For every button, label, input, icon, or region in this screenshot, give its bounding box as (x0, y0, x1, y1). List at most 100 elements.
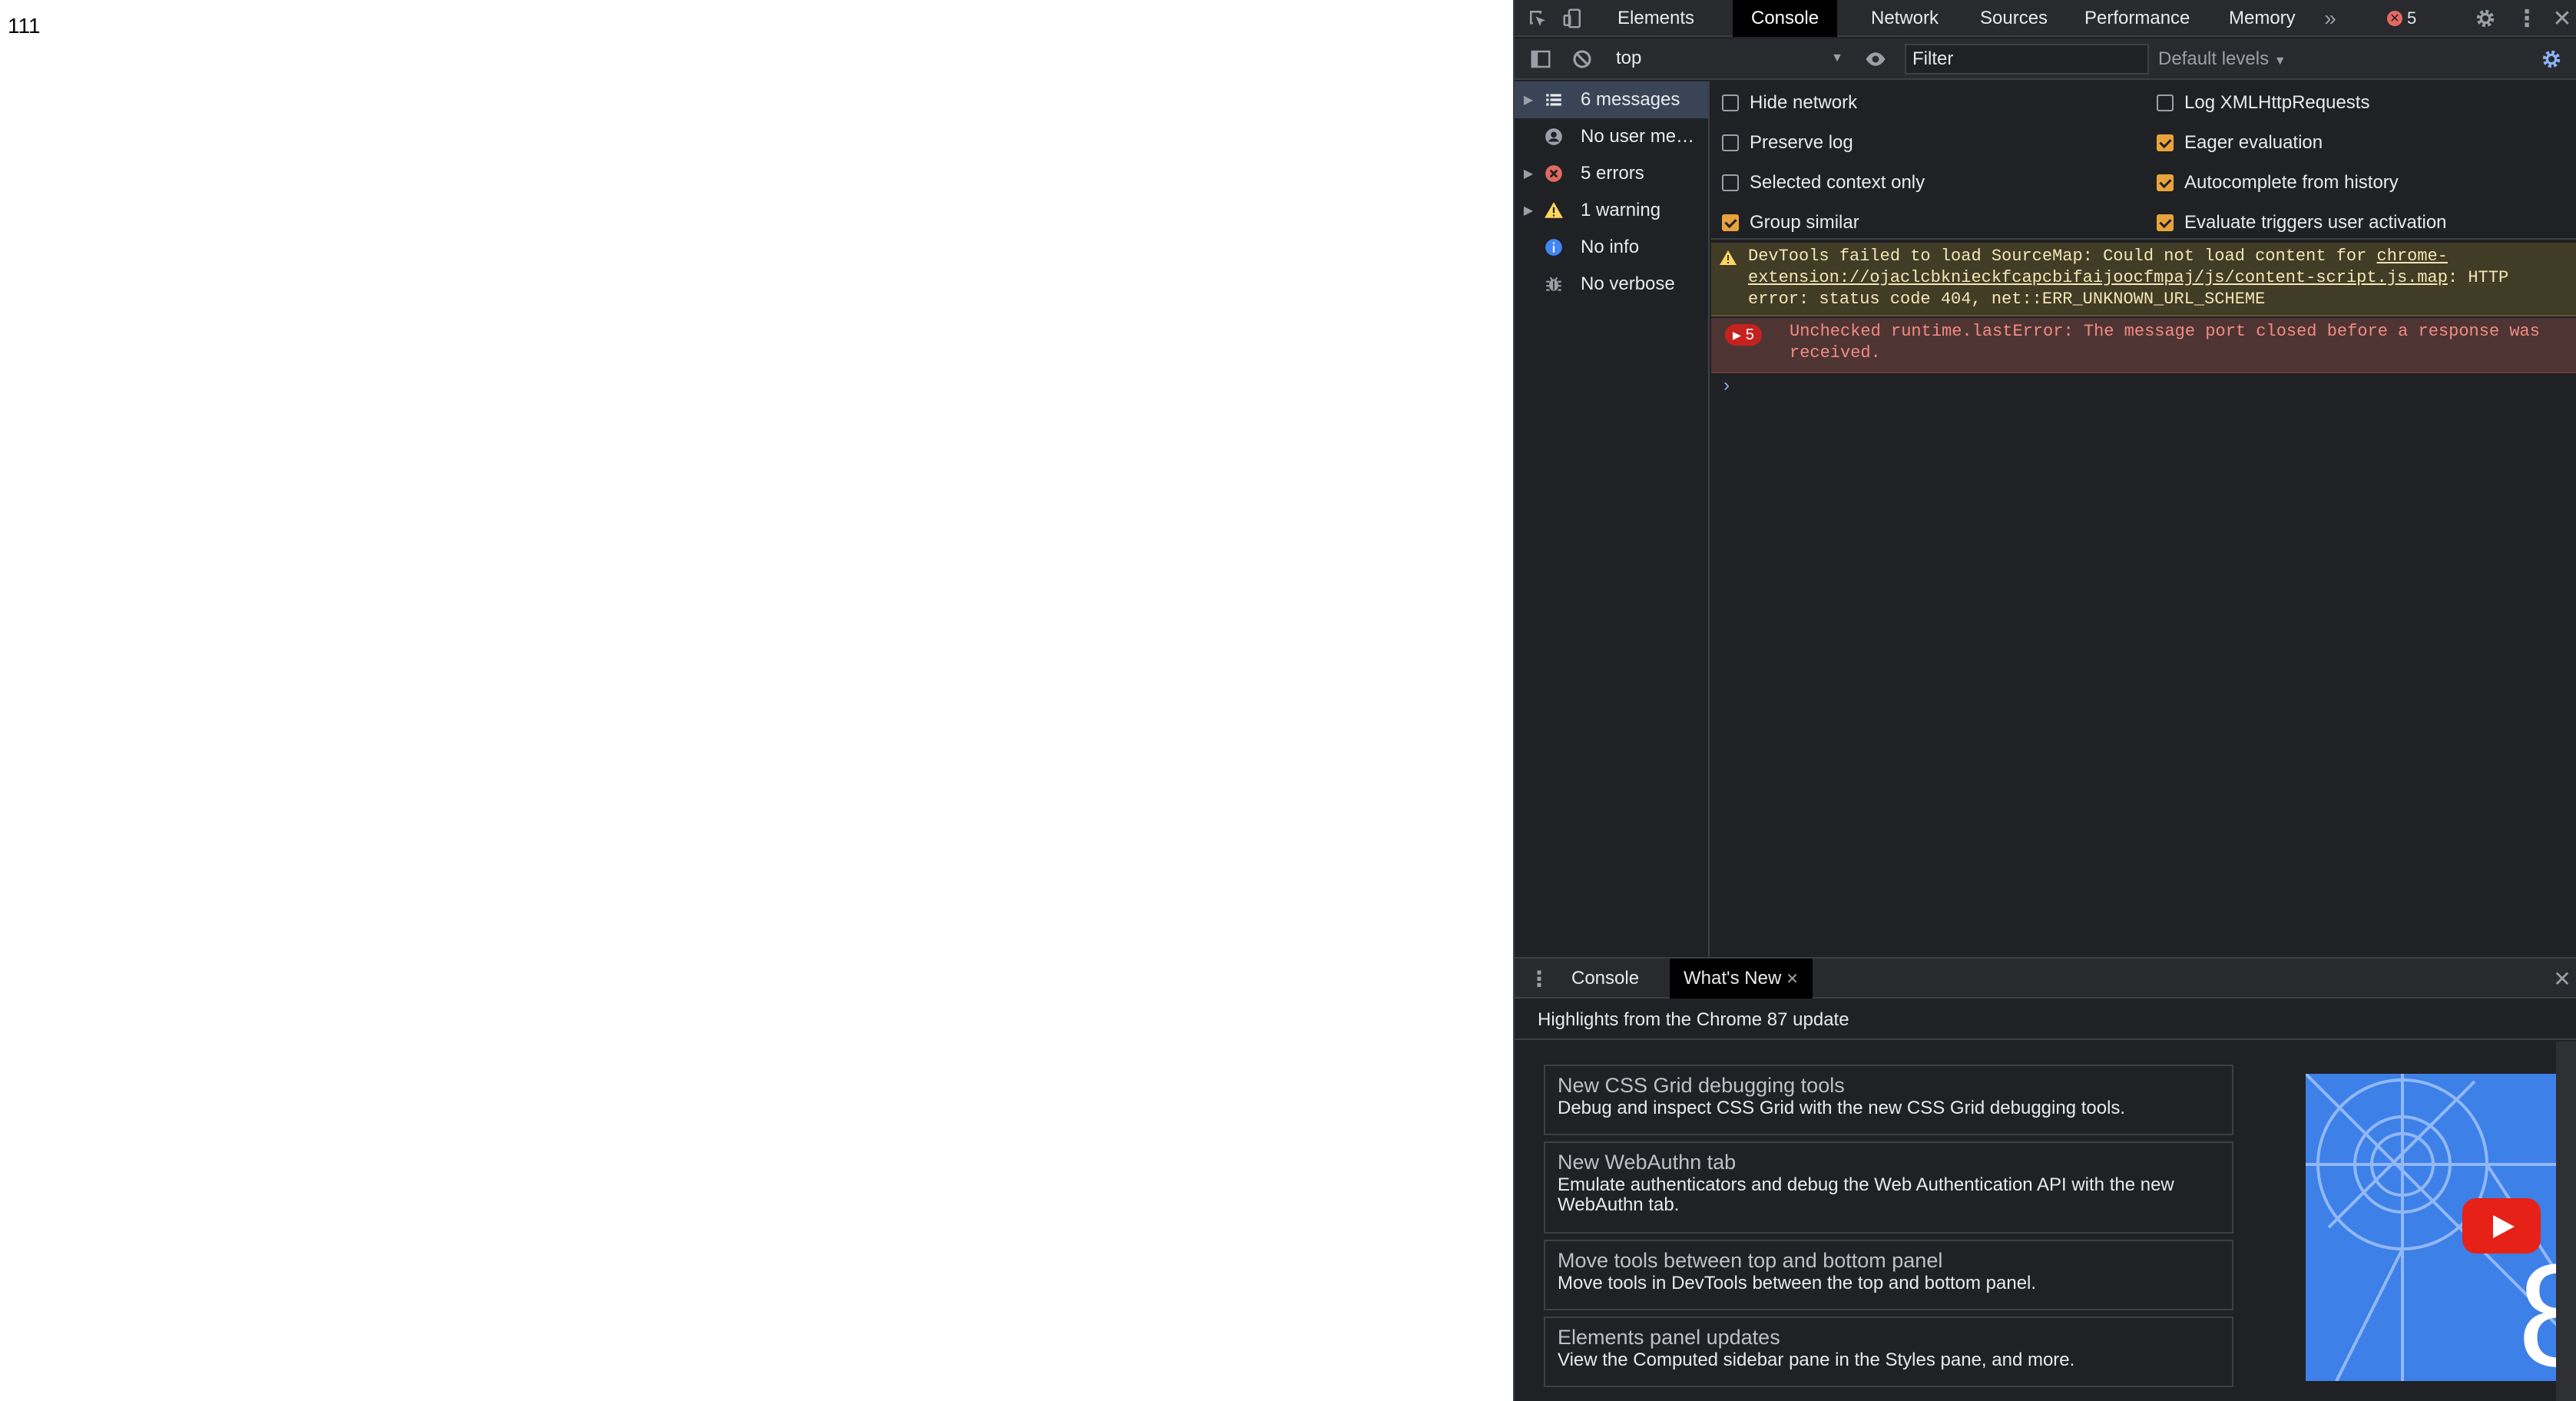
selected-context-setting[interactable]: Selected context only (1722, 163, 1925, 203)
sidebar-item-verbose[interactable]: No verbose (1515, 266, 1708, 303)
page-text: 111 (8, 14, 41, 38)
close-drawer-icon[interactable]: ✕ (2544, 960, 2576, 997)
group-similar-checkbox[interactable] (1722, 214, 1739, 231)
expand-triangle-icon[interactable]: ▶ (1515, 203, 1542, 218)
close-tab-icon[interactable]: ✕ (1786, 971, 1799, 988)
inspect-element-icon[interactable] (1519, 0, 1556, 37)
error-count: 5 (2407, 8, 2417, 28)
sidebar-item-warnings[interactable]: ▶ 1 warning (1515, 192, 1708, 229)
devtools-panel: Elements Console Network Sources Perform… (1513, 0, 2576, 1401)
console-toolbar: top ▼ Default levels ▼ (1515, 38, 2576, 80)
sidebar-item-label: No user me… (1581, 126, 1695, 147)
expand-triangle-icon[interactable]: ▶ (1515, 92, 1542, 108)
sidebar-item-info[interactable]: No info (1515, 229, 1708, 266)
warning-icon (1542, 199, 1565, 222)
page-viewport: 111 (0, 0, 1513, 1401)
whats-new-card[interactable]: Move tools between top and bottom panel … (1544, 1240, 2233, 1310)
whats-new-header: Highlights from the Chrome 87 update (1515, 1000, 2576, 1040)
drawer-menu-icon[interactable]: ⋮ (1521, 960, 1558, 997)
card-title: New CSS Grid debugging tools (1558, 1074, 1845, 1097)
context-selector[interactable]: top ▼ (1616, 43, 1846, 74)
evaluate-triggers-checkbox[interactable] (2157, 214, 2174, 231)
console-filter-input[interactable] (1905, 44, 2149, 75)
sidebar-item-label: 5 errors (1581, 163, 1644, 184)
context-value: top (1616, 48, 1642, 68)
sidebar-item-messages[interactable]: ▶ 6 messages (1515, 81, 1708, 118)
error-repeat-badge[interactable]: ▶ 5 (1725, 324, 1762, 346)
list-icon (1542, 88, 1565, 111)
sidebar-item-label: No verbose (1581, 273, 1675, 294)
info-icon (1542, 236, 1565, 259)
sidebar-item-label: No info (1581, 237, 1640, 257)
expand-triangle-icon: ▶ (1733, 329, 1741, 341)
whats-new-card[interactable]: New WebAuthn tab Emulate authenticators … (1544, 1141, 2233, 1234)
preserve-log-checkbox[interactable] (1722, 134, 1739, 151)
console-output-area: Hide network Preserve log Selected conte… (1711, 81, 2576, 957)
error-dot-icon: ✕ (2387, 11, 2402, 26)
card-title: New WebAuthn tab (1558, 1151, 1737, 1174)
drawer-tab-console[interactable]: Console (1558, 959, 1653, 999)
group-similar-setting[interactable]: Group similar (1722, 203, 1859, 243)
sidebar-item-label: 6 messages (1581, 89, 1680, 110)
bug-icon (1542, 273, 1565, 296)
card-description: Emulate authenticators and debug the Web… (1558, 1174, 2174, 1215)
close-devtools-icon[interactable]: ✕ (2544, 0, 2576, 37)
sidebar-item-errors[interactable]: ▶ 5 errors (1515, 155, 1708, 192)
eager-evaluation-setting[interactable]: Eager evaluation (2157, 123, 2323, 163)
tab-memory[interactable]: Memory (2210, 0, 2314, 37)
console-sidebar: ▶ 6 messages No user me… ▶ 5 errors ▶ 1 … (1515, 81, 1710, 957)
clear-console-icon[interactable] (1564, 41, 1601, 78)
error-count-badge[interactable]: ✕ 5 (2387, 0, 2416, 37)
whats-new-video-thumbnail[interactable]: 8 (2306, 1074, 2558, 1381)
tab-sources[interactable]: Sources (1962, 0, 2066, 37)
eager-evaluation-checkbox[interactable] (2157, 134, 2174, 151)
whats-new-card[interactable]: Elements panel updates View the Computed… (1544, 1317, 2233, 1387)
devtools-drawer: ⋮ Console What's New ✕ ✕ Highlights from … (1515, 957, 2576, 1401)
tab-network[interactable]: Network (1853, 0, 1957, 37)
more-tabs-icon[interactable]: » (2312, 0, 2349, 37)
log-levels-dropdown[interactable]: Default levels ▼ (2158, 38, 2286, 80)
log-xhr-checkbox[interactable] (2157, 94, 2174, 111)
card-title: Move tools between top and bottom panel (1558, 1249, 1943, 1272)
expand-triangle-icon[interactable]: ▶ (1515, 166, 1542, 181)
warning-icon (1719, 249, 1737, 274)
error-icon (1542, 162, 1565, 185)
user-icon (1542, 125, 1565, 148)
devtools-main-toolbar: Elements Console Network Sources Perform… (1515, 0, 2576, 37)
tab-elements[interactable]: Elements (1599, 0, 1713, 37)
hide-network-setting[interactable]: Hide network (1722, 83, 1857, 123)
preserve-log-setting[interactable]: Preserve log (1722, 123, 1853, 163)
card-description: Debug and inspect CSS Grid with the new … (1558, 1098, 2126, 1118)
sidebar-item-user-messages[interactable]: No user me… (1515, 118, 1708, 155)
console-warning-message: DevTools failed to load SourceMap: Could… (1711, 243, 2576, 316)
console-settings-pane: Hide network Preserve log Selected conte… (1711, 81, 2576, 240)
drawer-scrollbar[interactable] (2556, 1042, 2576, 1401)
kebab-menu-icon[interactable]: ⋮ (2508, 0, 2545, 37)
whats-new-card[interactable]: New CSS Grid debugging tools Debug and i… (1544, 1065, 2233, 1135)
autocomplete-history-checkbox[interactable] (2157, 174, 2174, 191)
device-toolbar-icon[interactable] (1555, 0, 1591, 37)
error-text: Unchecked runtime.lastError: The message… (1790, 322, 2540, 363)
log-xhr-setting[interactable]: Log XMLHttpRequests (2157, 83, 2369, 123)
card-description: Move tools in DevTools between the top a… (1558, 1273, 2037, 1293)
drawer-tab-whats-new[interactable]: What's New ✕ (1670, 959, 1813, 999)
dropdown-arrow-icon: ▼ (1831, 51, 1843, 65)
settings-gear-icon[interactable] (2467, 0, 2504, 37)
levels-arrow-icon: ▼ (2273, 55, 2286, 68)
tab-performance[interactable]: Performance (2066, 0, 2208, 37)
evaluate-triggers-setting[interactable]: Evaluate triggers user activation (2157, 203, 2447, 243)
hide-network-checkbox[interactable] (1722, 94, 1739, 111)
card-title: Elements panel updates (1558, 1326, 1780, 1349)
console-settings-gear-icon[interactable] (2533, 41, 2570, 78)
sidebar-toggle-icon[interactable] (1522, 41, 1559, 78)
log-levels-label: Default levels (2158, 48, 2270, 69)
drawer-tabbar: ⋮ Console What's New ✕ ✕ (1515, 959, 2576, 999)
selected-context-checkbox[interactable] (1722, 174, 1739, 191)
tab-console[interactable]: Console (1733, 0, 1838, 37)
console-error-message: ▶ 5 Unchecked runtime.lastError: The mess… (1711, 318, 2576, 373)
console-prompt[interactable]: › (1723, 375, 1730, 396)
sidebar-item-label: 1 warning (1581, 200, 1661, 220)
autocomplete-history-setting[interactable]: Autocomplete from history (2157, 163, 2399, 203)
live-expression-eye-icon[interactable] (1857, 41, 1894, 78)
warning-text: DevTools failed to load SourceMap: Could… (1748, 247, 2377, 266)
